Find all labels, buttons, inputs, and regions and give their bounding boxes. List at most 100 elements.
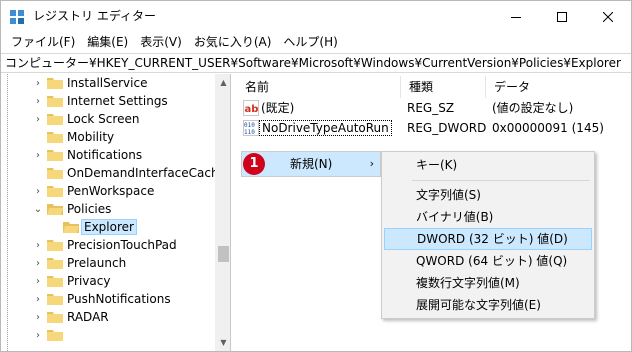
- value-type: REG_DWORD: [407, 121, 487, 135]
- tree-item-label: Privacy: [67, 274, 111, 288]
- tree-item-label: Notifications: [67, 148, 143, 162]
- tree-item-label: PrecisionTouchPad: [67, 238, 177, 252]
- chevron-right-icon[interactable]: ›: [33, 240, 43, 251]
- chevron-right-icon[interactable]: ›: [33, 294, 43, 305]
- key-tree-pane[interactable]: › InstallService › Internet Settings › L…: [3, 74, 231, 351]
- value-type: REG_SZ: [407, 101, 455, 115]
- menu-bar: ファイル(F) 編集(E) 表示(V) お気に入り(A) ヘルプ(H): [1, 32, 631, 52]
- open-folder-icon: [63, 222, 79, 233]
- binary-value-icon: 010 110: [243, 120, 259, 136]
- tree-item-precisiontouchpad[interactable]: › PrecisionTouchPad: [3, 236, 215, 254]
- tree-item-pushnotifications[interactable]: › PushNotifications: [3, 290, 215, 308]
- context-menu-new-label: 新規(N): [290, 157, 333, 171]
- chevron-right-icon[interactable]: ›: [33, 312, 43, 323]
- menu-edit[interactable]: 編集(E): [81, 32, 134, 52]
- chevron-down-icon[interactable]: ⌄: [33, 204, 43, 215]
- tree-item-label: Policies: [67, 202, 112, 216]
- registry-editor-window: レジストリ エディター ファイル(F) 編集(E) 表示(V) お気に入り(A)…: [0, 0, 632, 352]
- new-submenu: キー(K) 文字列値(S) バイナリ値(B) DWORD (32 ビット) 値(…: [381, 151, 595, 319]
- column-header-type[interactable]: 種類: [401, 76, 486, 98]
- column-header-data[interactable]: データ: [486, 76, 626, 98]
- minimize-button[interactable]: [493, 1, 539, 32]
- folder-icon: [47, 168, 63, 179]
- tree-item-partial[interactable]: ›: [3, 326, 215, 344]
- menu-help[interactable]: ヘルプ(H): [277, 32, 343, 52]
- menu-view[interactable]: 表示(V): [134, 32, 188, 52]
- tree-item-label: OnDemandInterfaceCache: [67, 166, 226, 180]
- tree-item-radar[interactable]: › RADAR: [3, 308, 215, 326]
- tree-item-label: InstallService: [67, 76, 148, 90]
- tree-item-mobility[interactable]: Mobility: [3, 128, 215, 146]
- tree-item-prelaunch[interactable]: › Prelaunch: [3, 254, 215, 272]
- chevron-right-icon[interactable]: ›: [33, 150, 43, 161]
- value-row-default[interactable]: ab (既定) REG_SZ (値の設定なし): [237, 98, 631, 118]
- title-bar[interactable]: レジストリ エディター: [1, 1, 631, 32]
- tree-item-label: PushNotifications: [67, 292, 171, 306]
- folder-icon: [47, 78, 63, 89]
- value-row-nodrivetypeautorun[interactable]: 010 110 NoDriveTypeAutoRun REG_DWORD 0x0…: [237, 118, 631, 138]
- scroll-down-arrow-icon[interactable]: ▼: [215, 334, 230, 351]
- chevron-right-icon[interactable]: ›: [33, 114, 43, 125]
- submenu-item-binary-value[interactable]: バイナリ値(B): [384, 206, 592, 228]
- tree-item-label-selected: Explorer: [81, 219, 137, 235]
- folder-icon: [47, 276, 63, 287]
- svg-text:ab: ab: [245, 104, 259, 115]
- close-button[interactable]: [585, 1, 631, 32]
- chevron-right-icon[interactable]: ›: [33, 276, 43, 287]
- folder-icon: [47, 186, 63, 197]
- chevron-right-icon[interactable]: ›: [33, 96, 43, 107]
- submenu-arrow-icon: ›: [369, 157, 374, 170]
- tree-item-installservice[interactable]: › InstallService: [3, 74, 215, 92]
- folder-icon: [47, 258, 63, 269]
- submenu-separator: [412, 180, 590, 181]
- registry-app-icon: [10, 10, 24, 24]
- tree-item-policies[interactable]: ⌄ Policies: [3, 200, 215, 218]
- tree-item-penworkspace[interactable]: › PenWorkspace: [3, 182, 215, 200]
- maximize-icon: [557, 11, 567, 22]
- tree-item-explorer[interactable]: Explorer: [3, 218, 215, 236]
- tree-item-lock-screen[interactable]: › Lock Screen: [3, 110, 215, 128]
- chevron-right-icon[interactable]: ›: [33, 258, 43, 269]
- svg-text:110: 110: [244, 129, 255, 136]
- folder-icon: [47, 150, 63, 161]
- folder-icon: [47, 114, 63, 125]
- column-header-name[interactable]: 名前: [237, 76, 401, 98]
- tree-item-internet-settings[interactable]: › Internet Settings: [3, 92, 215, 110]
- submenu-item-dword-value[interactable]: DWORD (32 ビット) 値(D): [384, 228, 592, 250]
- submenu-item-string-value[interactable]: 文字列値(S): [384, 184, 592, 206]
- open-folder-icon: [47, 204, 63, 215]
- scroll-thumb[interactable]: [218, 246, 229, 262]
- submenu-item-expandable-string-value[interactable]: 展開可能な文字列値(E): [384, 294, 592, 316]
- step-number-badge: 1: [243, 153, 265, 175]
- tree-scrollbar[interactable]: ▲ ▼: [215, 74, 230, 351]
- minimize-icon: [511, 16, 521, 18]
- chevron-right-icon[interactable]: ›: [33, 78, 43, 89]
- submenu-item-multi-string-value[interactable]: 複数行文字列値(M): [384, 272, 592, 294]
- tree-item-ondemandinterfacecache[interactable]: OnDemandInterfaceCache: [3, 164, 226, 182]
- value-data: (値の設定なし): [492, 101, 574, 115]
- tree-item-notifications[interactable]: › Notifications: [3, 146, 215, 164]
- tree-item-label: Mobility: [67, 130, 115, 144]
- address-bar[interactable]: コンピューター¥HKEY_CURRENT_USER¥Software¥Micro…: [1, 53, 631, 73]
- folder-icon: [47, 330, 63, 341]
- string-value-icon: ab: [243, 100, 259, 116]
- tree-item-label: PenWorkspace: [67, 184, 155, 198]
- menu-favorites[interactable]: お気に入り(A): [188, 32, 278, 52]
- value-name: (既定): [261, 101, 295, 115]
- scroll-up-arrow-icon[interactable]: ▲: [215, 74, 230, 91]
- folder-icon: [47, 312, 63, 323]
- folder-icon: [47, 240, 63, 251]
- folder-icon: [47, 96, 63, 107]
- chevron-right-icon[interactable]: ›: [33, 330, 43, 341]
- tree-item-label: RADAR: [67, 310, 109, 324]
- menu-file[interactable]: ファイル(F): [5, 32, 81, 52]
- submenu-item-qword-value[interactable]: QWORD (64 ビット) 値(Q): [384, 250, 592, 272]
- chevron-right-icon[interactable]: ›: [33, 186, 43, 197]
- window-title: レジストリ エディター: [33, 9, 156, 23]
- tree-item-privacy[interactable]: › Privacy: [3, 272, 215, 290]
- maximize-button[interactable]: [539, 1, 585, 32]
- submenu-item-key[interactable]: キー(K): [384, 154, 592, 176]
- close-icon: [603, 11, 613, 22]
- folder-icon: [47, 132, 63, 143]
- folder-icon: [47, 294, 63, 305]
